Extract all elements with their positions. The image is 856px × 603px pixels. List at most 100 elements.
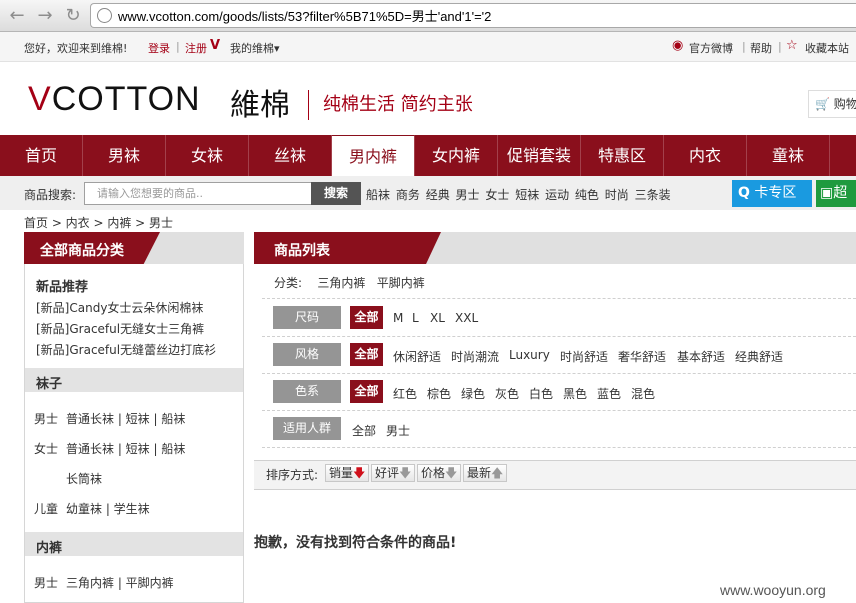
keyword-link[interactable]: 短袜 <box>515 188 539 202</box>
cart-button[interactable]: 🛒 购物 <box>808 90 856 118</box>
keyword-link[interactable]: 运动 <box>545 188 569 202</box>
sort-newest-button[interactable]: 最新🡅 <box>463 464 508 482</box>
category-label: 分类: <box>274 276 303 290</box>
keyword-link[interactable]: 男士 <box>456 188 480 202</box>
color-option[interactable]: 黑色 <box>563 385 587 402</box>
sort-price-label: 价格 <box>421 466 446 480</box>
men-socks-links[interactable]: 普通长袜 | 短袜 | 船袜 <box>66 410 185 427</box>
color-option[interactable]: 绿色 <box>461 385 485 402</box>
favorite-link[interactable]: 收藏本站 <box>805 40 849 56</box>
nav-item[interactable]: 促销套装 <box>498 135 581 176</box>
sort-rating-button[interactable]: 好评🡇 <box>371 464 416 482</box>
search-button[interactable]: 搜索 <box>311 182 361 205</box>
logo-text: COTTON <box>51 80 201 118</box>
forward-icon[interactable]: → <box>34 5 56 27</box>
weibo-link[interactable]: 官方微博 <box>689 40 733 56</box>
style-filter-label: 风格 <box>273 343 341 366</box>
color-option[interactable]: 灰色 <box>495 385 519 402</box>
new-product-link[interactable]: [新品]Graceful无缝蕾丝边打底衫 <box>36 341 216 358</box>
cart-label: 购物 <box>833 97 856 111</box>
search-label: 商品搜索: <box>24 188 77 202</box>
category-filter-line: 分类: 三角内裤 平脚内裤 <box>274 274 425 291</box>
style-option[interactable]: 休闲舒适 <box>393 348 441 365</box>
divider <box>262 373 856 374</box>
style-all-button[interactable]: 全部 <box>350 343 383 366</box>
arrow-down-icon: 🡇 <box>353 466 366 480</box>
register-link[interactable]: 注册 <box>185 40 207 56</box>
help-link[interactable]: 帮助 <box>750 40 772 56</box>
size-option[interactable]: M <box>393 311 403 325</box>
url-text[interactable]: www.vcotton.com/goods/lists/53?filter%5B… <box>118 6 491 25</box>
style-option[interactable]: 奢华舒适 <box>618 348 666 365</box>
keyword-link[interactable]: 时尚 <box>605 188 629 202</box>
divider <box>262 336 856 337</box>
site-logo[interactable]: VCOTTON <box>28 80 201 119</box>
women-socks-links[interactable]: 普通长袜 | 短袜 | 船袜 <box>66 440 185 457</box>
category-link[interactable]: 平脚内裤 <box>377 276 425 290</box>
long-socks-link[interactable]: 长筒袜 <box>66 470 102 487</box>
login-link[interactable]: 登录 <box>148 40 170 56</box>
breadcrumb[interactable]: 首页 > 内衣 > 内裤 > 男士 <box>24 214 173 231</box>
arrow-down-icon: 🡇 <box>445 466 458 480</box>
welcome-text: 您好，欢迎来到维棉! <box>24 42 128 55</box>
style-option[interactable]: 经典舒适 <box>735 348 783 365</box>
keyword-link[interactable]: 船袜 <box>366 188 390 202</box>
color-all-button[interactable]: 全部 <box>350 380 383 403</box>
size-option[interactable]: XXL <box>455 311 478 325</box>
arrow-down-icon: 🡇 <box>399 466 412 480</box>
back-icon[interactable]: ← <box>6 5 28 27</box>
calendar-icon: ▣ <box>820 185 834 201</box>
keyword-link[interactable]: 纯色 <box>575 188 599 202</box>
new-product-link[interactable]: [新品]Graceful无缝女士三角裤 <box>36 320 204 337</box>
color-option[interactable]: 蓝色 <box>597 385 621 402</box>
style-option[interactable]: 基本舒适 <box>677 348 725 365</box>
search-input[interactable]: 请输入您想要的商品.. <box>84 182 312 205</box>
color-option[interactable]: 白色 <box>529 385 553 402</box>
uw-men-links[interactable]: 三角内裤 | 平脚内裤 <box>66 574 174 591</box>
my-vcotton-menu[interactable]: 我的维棉▾ <box>230 40 280 56</box>
divider <box>262 410 856 411</box>
size-all-button[interactable]: 全部 <box>350 306 383 329</box>
sort-price-button[interactable]: 价格🡇 <box>417 464 462 482</box>
reload-icon[interactable]: ↻ <box>62 5 84 27</box>
kids-socks-links[interactable]: 幼童袜 | 学生袜 <box>66 500 150 517</box>
nav-item[interactable]: 女袜 <box>166 135 249 176</box>
v-logo-icon: V <box>210 38 221 53</box>
nav-item[interactable]: 首页 <box>0 135 83 176</box>
cart-icon: 🛒 <box>815 97 830 111</box>
style-option[interactable]: Luxury <box>509 348 550 362</box>
my-vcotton-label: 我的维棉 <box>230 42 274 55</box>
audience-option[interactable]: 全部 <box>352 422 376 439</box>
new-product-link[interactable]: [新品]Candy女士云朵休闲棉袜 <box>36 299 203 316</box>
nav-item[interactable]: 丝袜 <box>249 135 332 176</box>
nav-item[interactable]: 童袜 <box>747 135 830 176</box>
divider <box>262 447 856 448</box>
card-zone-button[interactable]: Q 卡专区 <box>732 180 812 207</box>
audience-option[interactable]: 男士 <box>386 422 410 439</box>
empty-result-message: 抱歉，没有找到符合条件的商品! <box>254 535 457 551</box>
color-option[interactable]: 棕色 <box>427 385 451 402</box>
color-option[interactable]: 混色 <box>631 385 655 402</box>
style-option[interactable]: 时尚潮流 <box>451 348 499 365</box>
watermark: www.wooyun.org <box>720 582 826 598</box>
keyword-link[interactable]: 女士 <box>485 188 509 202</box>
nav-item[interactable]: 内衣 <box>664 135 747 176</box>
keyword-link[interactable]: 商务 <box>396 188 420 202</box>
size-option[interactable]: XL <box>430 311 445 325</box>
sort-sales-button[interactable]: 销量🡇 <box>325 464 370 482</box>
men-label: 男士 <box>34 412 59 426</box>
size-option[interactable]: L <box>412 311 419 325</box>
nav-item-active[interactable]: 男内裤 <box>332 135 415 176</box>
keyword-link[interactable]: 经典 <box>426 188 450 202</box>
nav-item[interactable]: 特惠区 <box>581 135 664 176</box>
sort-sales-label: 销量 <box>329 466 354 480</box>
nav-item[interactable]: 男袜 <box>83 135 166 176</box>
style-option[interactable]: 时尚舒适 <box>560 348 608 365</box>
category-link[interactable]: 三角内裤 <box>317 276 365 290</box>
sort-rating-label: 好评 <box>375 466 400 480</box>
super-button[interactable]: ▣超 <box>816 180 856 207</box>
globe-icon <box>97 8 112 23</box>
nav-item[interactable]: 女内裤 <box>415 135 498 176</box>
keyword-link[interactable]: 三条装 <box>635 188 671 202</box>
color-option[interactable]: 红色 <box>393 385 417 402</box>
